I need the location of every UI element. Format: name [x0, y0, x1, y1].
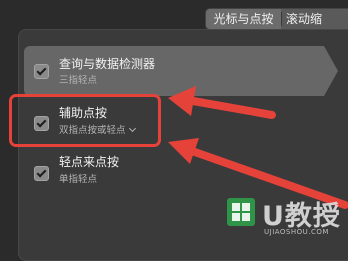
tap-to-click-subtitle: 单指轻点 [59, 174, 98, 185]
lookup-subtitle: 三指轻点 [59, 75, 98, 86]
lookup-checkbox[interactable] [34, 64, 49, 79]
tap-to-click-title: 轻点来点按 [59, 155, 120, 169]
selected-row-tail [338, 46, 348, 96]
watermark-url: UJIAOSHOU.COM [264, 228, 329, 236]
lookup-title: 查询与数据检测器 [59, 57, 156, 71]
tab-scroll-and-zoom[interactable]: 滚动缩 [282, 9, 348, 29]
tab-bar: 光标与点按 滚动缩 [205, 8, 348, 30]
tap-to-click-checkbox[interactable] [34, 166, 49, 181]
selected-row-pointer [324, 46, 338, 96]
tab-point-and-click[interactable]: 光标与点按 [206, 9, 281, 29]
watermark-logo-icon [227, 198, 255, 226]
highlight-box [9, 94, 161, 147]
